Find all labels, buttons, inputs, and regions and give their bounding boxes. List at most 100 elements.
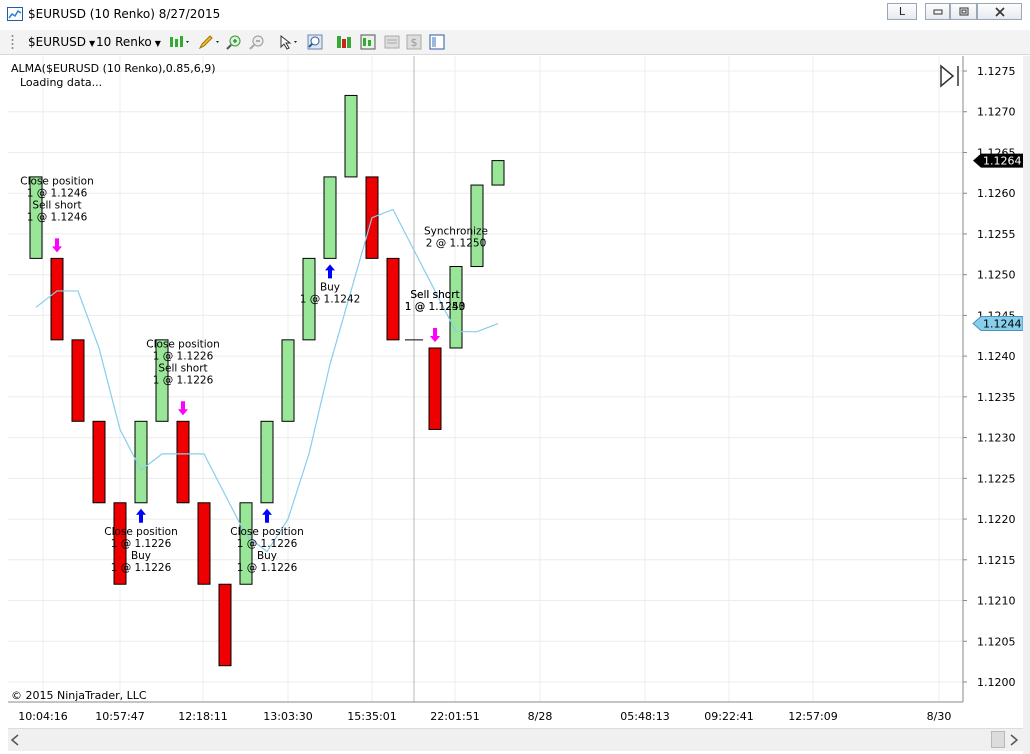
time-tick-label: 13:03:30 [263, 710, 312, 723]
magnify-icon[interactable] [307, 34, 323, 50]
trade-label: Close position [230, 526, 304, 538]
time-tick-label: 8/30 [927, 710, 952, 723]
time-axis: 10:04:16 10:57:47 12:18:11 13:03:30 15:35:01… [18, 710, 952, 723]
window-border [1023, 56, 1030, 754]
renko-brick-down [50, 257, 64, 341]
dollar-icon[interactable]: $ [406, 34, 422, 50]
restore-icon [959, 7, 968, 16]
toolbar-grip-icon [11, 35, 14, 49]
chevron-down-icon: ▼ [88, 39, 96, 48]
renko-brick-down [92, 420, 106, 504]
time-tick-label: 10:57:47 [95, 710, 144, 723]
chart-style-icon[interactable] [168, 34, 192, 50]
price-tick-label: 1.1250 [977, 269, 1016, 282]
scroll-left-icon[interactable] [10, 734, 20, 746]
minimize-button[interactable] [925, 3, 950, 20]
scroll-right-icon[interactable] [1009, 734, 1019, 746]
trade-label: 1 @ 1.1226 [153, 374, 214, 386]
trade-label: 1 @ 1.1226 [237, 562, 298, 574]
zoom-out-icon[interactable] [249, 34, 265, 50]
trade-label: 2 @ 1.1250 [426, 238, 487, 250]
close-button[interactable] [977, 3, 1022, 20]
indicators-icon[interactable] [360, 34, 376, 50]
renko-brick-down [176, 420, 190, 504]
renko-brick-down [428, 347, 442, 430]
status-text: Loading data... [20, 76, 103, 89]
trade-label: Sell short [32, 199, 81, 211]
time-tick-label: 09:22:41 [704, 710, 753, 723]
chevron-down-icon: ▼ [154, 39, 161, 48]
close-icon [994, 7, 1005, 17]
alma-value-label: 1.1244 [983, 318, 1022, 331]
chart-toolbar: $EURUSD ▼ 10 Renko ▼ $ [0, 30, 1030, 55]
trade-label: Close position [20, 175, 94, 187]
properties-icon[interactable] [384, 34, 400, 50]
price-tick-label: 1.1230 [977, 432, 1016, 445]
minimize-icon [933, 9, 942, 15]
chart-app-icon [7, 7, 23, 21]
renko-brick-up [491, 160, 505, 186]
time-tick-label: 12:18:11 [178, 710, 227, 723]
price-tick-label: 1.1200 [977, 676, 1016, 689]
strategies-icon[interactable] [336, 34, 352, 50]
zoom-in-icon[interactable] [226, 34, 242, 50]
trade-label: 1 @ 1.1226 [111, 538, 172, 550]
time-tick-label: 12:57:09 [788, 710, 837, 723]
trade-label: Sell short [410, 289, 459, 301]
price-tick-label: 1.1275 [977, 65, 1016, 78]
time-tick-label: 22:01:51 [430, 710, 479, 723]
time-tick-label: 10:04:16 [18, 710, 67, 723]
price-tick-label: 1.1260 [977, 187, 1016, 200]
link-button[interactable]: L [887, 3, 917, 20]
trade-label: Sell short [158, 362, 207, 374]
renko-brick-up [323, 176, 337, 259]
copyright-text: © 2015 NinjaTrader, LLC [11, 689, 147, 702]
pencil-draw-icon[interactable] [198, 34, 222, 50]
trade-label: 1 @ 1.1246 [27, 211, 88, 223]
trade-label: Buy [320, 281, 340, 293]
trade-label: Close position [146, 338, 220, 350]
trade-label: Buy [131, 550, 151, 562]
horizontal-scrollbar[interactable] [8, 728, 1023, 751]
cursor-pointer-icon[interactable] [278, 34, 302, 50]
trade-label: 1 @ 1.1250 [405, 301, 466, 313]
price-tick-label: 1.1255 [977, 228, 1016, 241]
window-title: $EURUSD (10 Renko) 8/27/2015 [28, 7, 221, 21]
indicator-label: ALMA($EURUSD (10 Renko),0.85,6,9) [11, 62, 216, 75]
scroll-thumb[interactable] [991, 731, 1005, 748]
time-tick-label: 15:35:01 [347, 710, 396, 723]
renko-brick-up [260, 420, 274, 504]
window-titlebar: $EURUSD (10 Renko) 8/27/2015 L [0, 0, 1030, 31]
renko-brick-up [281, 339, 295, 422]
trade-label: Close position [104, 526, 178, 538]
period-label: 10 Renko [96, 35, 152, 49]
instrument-dropdown[interactable]: $EURUSD ▼ [28, 33, 95, 51]
last-price-label: 1.1264 [983, 155, 1022, 168]
trade-label: 1 @ 1.1226 [153, 350, 214, 362]
trade-label: 1 @ 1.1242 [300, 293, 361, 305]
trade-label: Synchronize [424, 226, 488, 238]
panel-icon[interactable] [429, 34, 445, 50]
price-tick-label: 1.1205 [977, 635, 1016, 648]
trade-label: 1 @ 1.1226 [111, 562, 172, 574]
price-tick-label: 1.1270 [977, 106, 1016, 119]
trade-label: 1 @ 1.1226 [237, 538, 298, 550]
price-chart[interactable]: 1.12751.12701.12651.12601.12551.12501.12… [8, 56, 1023, 706]
price-tick-label: 1.1225 [977, 472, 1016, 485]
time-tick-label: 8/28 [528, 710, 553, 723]
time-tick-label: 05:48:13 [620, 710, 669, 723]
renko-brick-down [71, 339, 85, 422]
period-dropdown[interactable]: 10 Renko ▼ [96, 33, 161, 51]
price-tick-label: 1.1220 [977, 513, 1016, 526]
renko-brick-down [218, 583, 232, 667]
renko-brick-down [197, 502, 211, 585]
renko-brick-down [386, 257, 400, 341]
restore-button[interactable] [950, 3, 977, 20]
price-tick-label: 1.1215 [977, 554, 1016, 567]
price-tick-label: 1.1235 [977, 391, 1016, 404]
price-tick-label: 1.1210 [977, 595, 1016, 608]
svg-text:$: $ [411, 36, 418, 49]
instrument-label: $EURUSD [28, 35, 86, 49]
trade-label: Buy [257, 550, 277, 562]
trade-label: 1 @ 1.1246 [27, 187, 88, 199]
